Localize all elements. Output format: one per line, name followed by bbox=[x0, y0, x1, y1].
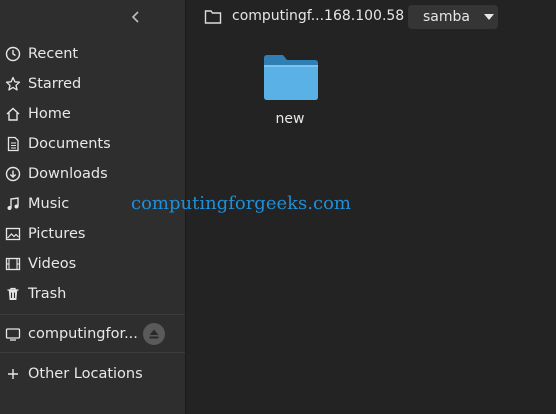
sidebar-item-label: Documents bbox=[28, 136, 111, 152]
sidebar-separator bbox=[0, 314, 185, 315]
trash-icon bbox=[5, 286, 21, 302]
folder-name: new bbox=[275, 111, 305, 127]
sidebar-item-downloads[interactable]: Downloads bbox=[0, 160, 185, 188]
sidebar-separator bbox=[0, 352, 185, 353]
network-drive-icon bbox=[5, 326, 21, 342]
sidebar-item-home[interactable]: Home bbox=[0, 100, 185, 128]
clock-icon bbox=[5, 46, 21, 62]
video-icon bbox=[5, 256, 21, 272]
watermark-text: computingforgeeks.com bbox=[131, 193, 351, 214]
sidebar-item-recent[interactable]: Recent bbox=[0, 40, 185, 68]
plus-icon bbox=[5, 366, 21, 382]
sidebar-item-label: Trash bbox=[28, 286, 67, 302]
sidebar-item-other-locations[interactable]: Other Locations bbox=[0, 360, 185, 388]
sidebar-item-videos[interactable]: Videos bbox=[0, 250, 185, 278]
sidebar-item-label: Home bbox=[28, 106, 71, 122]
sidebar-item-label: computingfor... bbox=[28, 326, 138, 342]
path-segment-share-button[interactable]: samba bbox=[408, 5, 498, 29]
sidebar-item-documents[interactable]: Documents bbox=[0, 130, 185, 158]
document-icon bbox=[5, 136, 21, 152]
sidebar-item-label: Recent bbox=[28, 46, 79, 62]
chevron-left-icon bbox=[131, 11, 139, 23]
music-icon bbox=[5, 196, 21, 212]
sidebar-item-trash[interactable]: Trash bbox=[0, 280, 185, 308]
path-segment-label: samba bbox=[423, 9, 470, 25]
sidebar-item-label: Other Locations bbox=[28, 366, 143, 382]
folder-item-new[interactable]: new bbox=[258, 50, 322, 134]
sidebar-item-label: Downloads bbox=[28, 166, 108, 182]
sidebar-item-starred[interactable]: Starred bbox=[0, 70, 185, 98]
picture-icon bbox=[5, 226, 21, 242]
home-icon bbox=[5, 106, 21, 122]
sidebar-item-label: Starred bbox=[28, 76, 82, 92]
sidebar-item-label: Pictures bbox=[28, 226, 86, 242]
network-folder-icon bbox=[204, 9, 222, 25]
sidebar-item-pictures[interactable]: Pictures bbox=[0, 220, 185, 248]
caret-down-icon bbox=[483, 14, 494, 20]
sidebar-item-label: Music bbox=[28, 196, 70, 212]
eject-button[interactable] bbox=[143, 323, 165, 345]
path-segment-root[interactable]: computingf...168.100.58 bbox=[232, 8, 404, 24]
star-icon bbox=[5, 76, 21, 92]
back-button[interactable] bbox=[124, 4, 148, 30]
sidebar-item-label: Videos bbox=[28, 256, 77, 272]
eject-icon bbox=[149, 329, 159, 339]
download-icon bbox=[5, 166, 21, 182]
folder-icon bbox=[262, 52, 320, 102]
